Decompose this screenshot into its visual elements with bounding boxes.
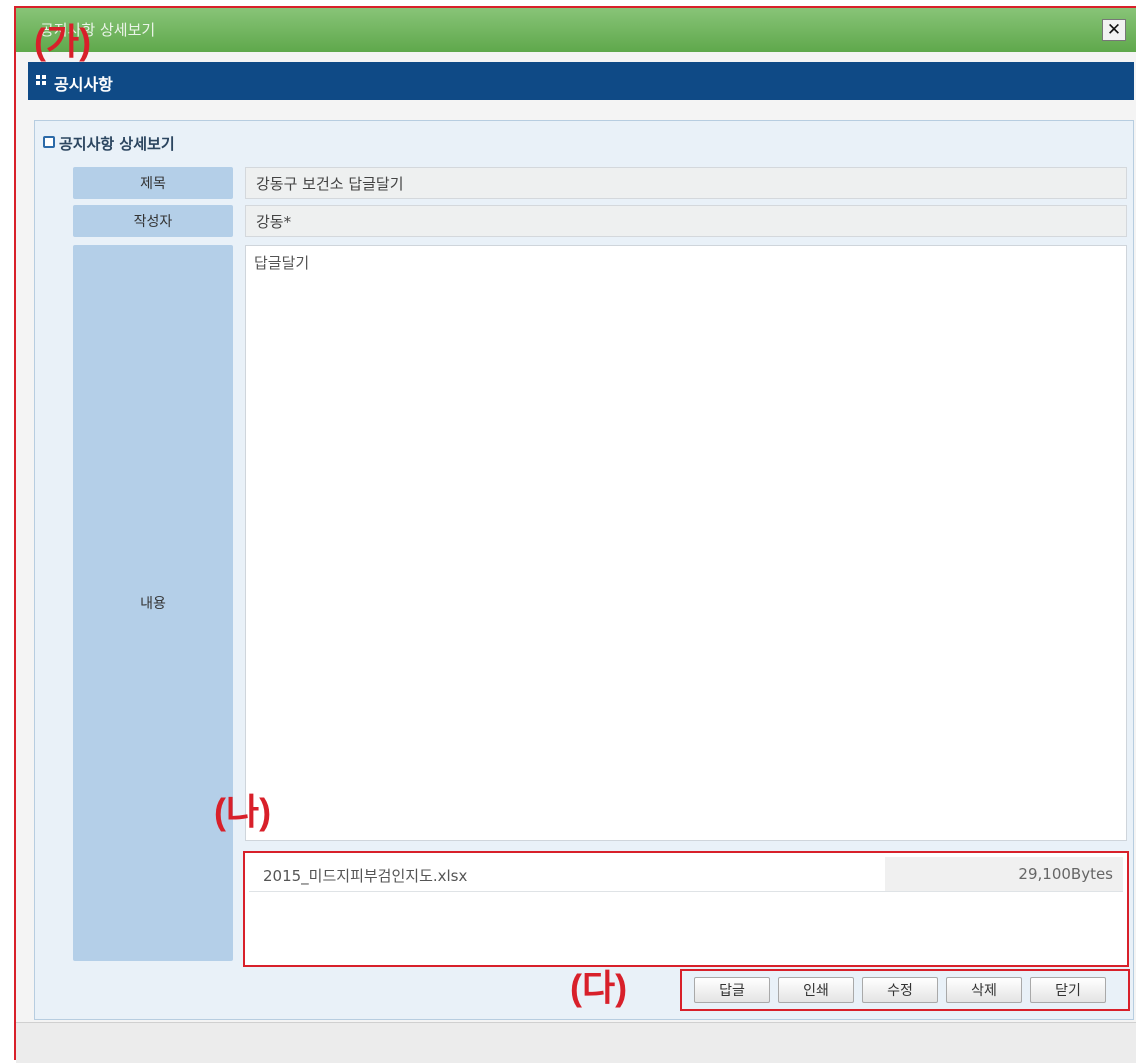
marker-b: (나) (214, 791, 272, 832)
content-label: 내용 (73, 245, 233, 961)
button-group: 답글 인쇄 수정 삭제 닫기 (680, 969, 1130, 1011)
print-button[interactable]: 인쇄 (778, 977, 854, 1003)
close-dialog-button[interactable]: 닫기 (1030, 977, 1106, 1003)
attachment-box: 2015_미드지피부검인지도.xlsx 29,100Bytes (243, 851, 1129, 967)
marker-a: (가) (34, 21, 92, 62)
attachment-row[interactable]: 2015_미드지피부검인지도.xlsx 29,100Bytes (249, 857, 1123, 892)
header-bar: 공시사항 (28, 62, 1134, 100)
section-title: 공지사항 상세보기 (43, 133, 175, 154)
grid-icon (36, 75, 48, 87)
footer-bar (16, 1022, 1136, 1063)
content-area[interactable]: 답글달기 (245, 245, 1127, 841)
marker-c: (다) (570, 967, 628, 1008)
section-title-text: 공지사항 상세보기 (59, 135, 175, 153)
bullet-icon (43, 136, 55, 148)
reply-button[interactable]: 답글 (694, 977, 770, 1003)
author-value: 강동* (245, 205, 1127, 237)
attachment-filename[interactable]: 2015_미드지피부검인지도.xlsx (263, 865, 467, 886)
title-bar[interactable]: 공지사항 상세보기 ✕ (16, 8, 1136, 52)
title-value: 강동구 보건소 답글달기 (245, 167, 1127, 199)
edit-button[interactable]: 수정 (862, 977, 938, 1003)
popup-window: 공지사항 상세보기 ✕ 공시사항 공지사항 상세보기 제목 강동구 보건소 답글… (14, 6, 1136, 1063)
detail-panel: 공지사항 상세보기 제목 강동구 보건소 답글달기 작성자 강동* 내용 답글달… (34, 120, 1134, 1020)
title-label: 제목 (73, 167, 233, 199)
delete-button[interactable]: 삭제 (946, 977, 1022, 1003)
author-label: 작성자 (73, 205, 233, 237)
attachment-size: 29,100Bytes (1018, 865, 1113, 883)
header-title: 공시사항 (54, 75, 113, 94)
close-button[interactable]: ✕ (1102, 19, 1126, 41)
